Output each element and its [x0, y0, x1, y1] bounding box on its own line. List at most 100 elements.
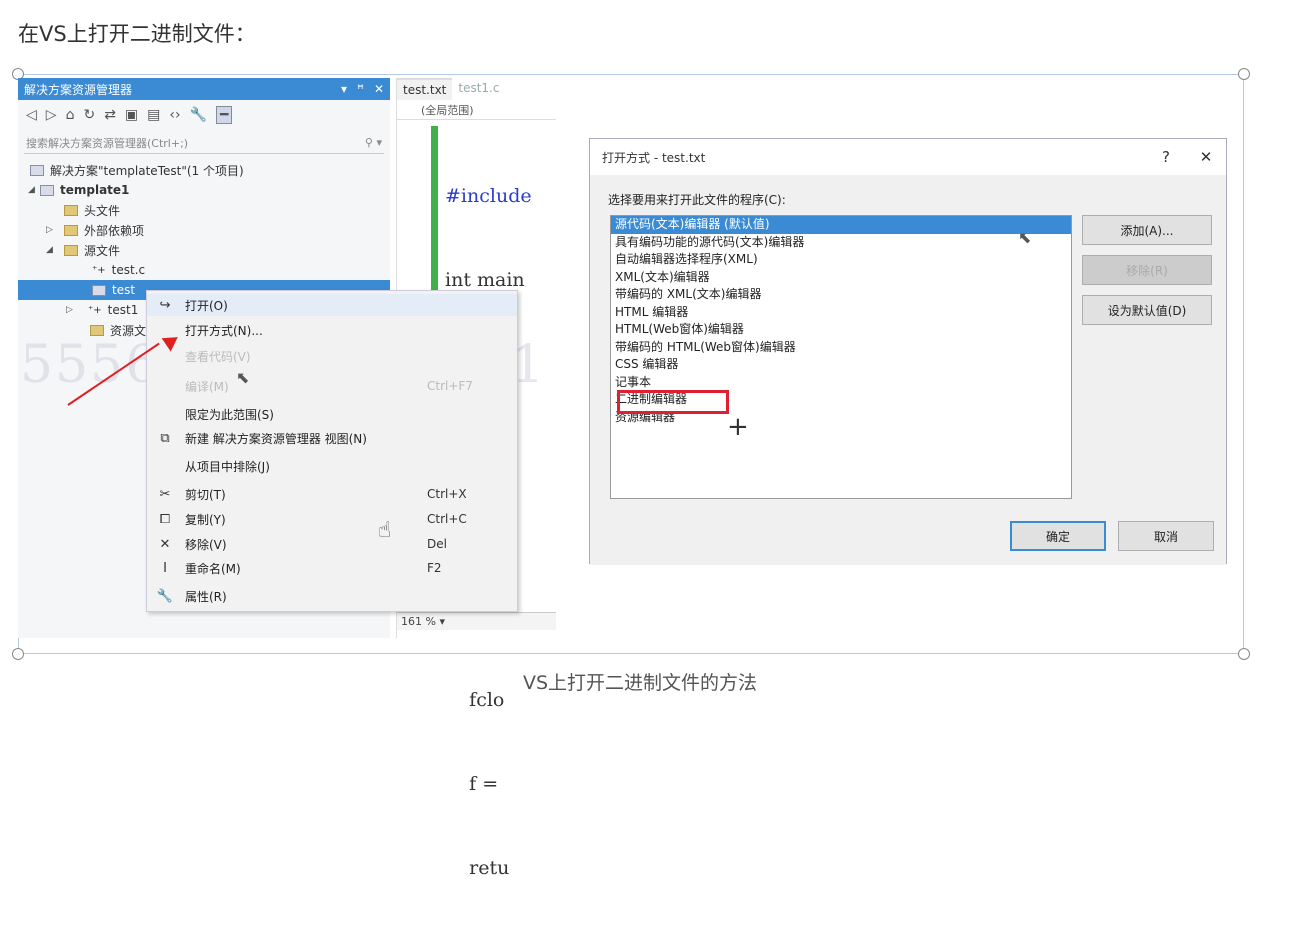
scissors-icon: ✂ [159, 486, 171, 502]
context-menu: ↪ 打开(O) 打开方式(N)... 查看代码(V) 编译(M) Ctrl+F7… [146, 290, 518, 612]
tree-item-label: template1 [60, 183, 130, 197]
list-item[interactable]: 记事本 [611, 374, 1071, 392]
solution-explorer-toolbar: ◁ ▷ ⌂ ↻ ⇄ ▣ ▤ ‹› 🔧 ━ [18, 100, 390, 130]
forward-icon[interactable]: ▷ [46, 107, 57, 123]
sync-icon[interactable]: ↻ [83, 107, 95, 123]
show-all-files-icon[interactable]: ▤ [147, 107, 160, 123]
menu-item-scope-to-this[interactable]: 限定为此范围(S) [147, 403, 517, 425]
code-line: f = [445, 773, 499, 795]
code-view-icon[interactable]: ‹› [169, 107, 180, 123]
home-icon[interactable]: ⌂ [66, 107, 75, 123]
tree-item-label: test1 [107, 303, 139, 317]
menu-item-rename[interactable]: Ⅰ 重命名(M) F2 [147, 557, 517, 579]
menu-item-shortcut: Ctrl+F7 [427, 379, 473, 393]
add-button[interactable]: 添加(A)... [1082, 215, 1212, 245]
list-item[interactable]: 具有编码功能的源代码(文本)编辑器 [611, 234, 1071, 252]
solution-explorer-search[interactable]: 搜索解决方案资源管理器(Ctrl+;) ⚲ ▾ [24, 132, 384, 154]
menu-item-view-code[interactable]: 查看代码(V) [147, 345, 517, 367]
mouse-pointer-icon: ⬉ [236, 368, 250, 387]
preview-toggle-icon[interactable]: ━ [216, 106, 233, 124]
search-input[interactable]: 搜索解决方案资源管理器(Ctrl+;) [26, 135, 188, 151]
menu-item-label: 打开方式(N)... [185, 323, 263, 338]
tree-item-header-files[interactable]: 头文件 [18, 200, 390, 220]
menu-item-compile[interactable]: 编译(M) Ctrl+F7 [147, 375, 517, 397]
menu-item-copy[interactable]: ⧠ 复制(Y) Ctrl+C [147, 508, 517, 530]
copy-icon: ⧠ [159, 511, 171, 527]
list-item[interactable]: 带编码的 XML(文本)编辑器 [611, 286, 1071, 304]
list-item[interactable]: HTML 编辑器 [611, 304, 1071, 322]
dropdown-icon[interactable]: ▾ [341, 82, 347, 96]
list-item[interactable]: 自动编辑器选择程序(XML) [611, 251, 1071, 269]
scope-dropdown[interactable]: (全局范围) [397, 100, 556, 120]
resize-handle-top-right[interactable] [1238, 68, 1250, 80]
zoom-level[interactable]: 161 % ▾ [397, 612, 556, 630]
page-heading: 在VS上打开二进制文件： [18, 22, 256, 46]
refresh-icon[interactable]: ⇄ [104, 107, 116, 123]
code-line: retu [445, 857, 510, 879]
rename-icon: Ⅰ [163, 560, 167, 576]
close-icon[interactable]: ✕ [1186, 148, 1226, 166]
cancel-button[interactable]: 取消 [1118, 521, 1214, 551]
tree-item-solution[interactable]: 解决方案"templateTest"(1 个项目) [18, 160, 390, 180]
list-item[interactable]: HTML(Web窗体)编辑器 [611, 321, 1071, 339]
set-default-button[interactable]: 设为默认值(D) [1082, 295, 1212, 325]
menu-item-cut[interactable]: ✂ 剪切(T) Ctrl+X [147, 483, 517, 505]
expand-arrow-icon[interactable]: ◢ [46, 245, 58, 255]
project-icon [40, 184, 54, 196]
menu-item-label: 重命名(M) [185, 561, 241, 576]
help-icon[interactable]: ? [1146, 148, 1186, 166]
folder-icon [64, 204, 78, 216]
tab-test1-c[interactable]: test1.c [452, 78, 505, 100]
wrench-icon: 🔧 [156, 588, 174, 604]
list-item[interactable]: 源代码(文本)编辑器 (默认值) [611, 216, 1071, 234]
highlight-box [617, 390, 729, 414]
resize-handle-bottom-right[interactable] [1238, 648, 1250, 660]
tree-item-label: 解决方案"templateTest"(1 个项目) [50, 163, 244, 178]
pin-icon[interactable]: ꟸ [357, 82, 364, 96]
menu-item-shortcut: Ctrl+X [427, 487, 467, 501]
collapse-arrow-icon[interactable]: ▷ [66, 305, 78, 315]
ok-button[interactable]: 确定 [1010, 521, 1106, 551]
tab-test-txt[interactable]: test.txt [397, 78, 453, 100]
tree-item-project[interactable]: ◢ template1 [18, 180, 390, 200]
solution-explorer-titlebar: 解决方案资源管理器 ▾ ꟸ ✕ [18, 78, 390, 100]
menu-item-properties[interactable]: 🔧 属性(R) [147, 585, 517, 607]
close-icon[interactable]: ✕ [374, 82, 384, 96]
remove-button[interactable]: 移除(R) [1082, 255, 1212, 285]
menu-item-label: 打开(O) [185, 298, 228, 313]
tree-item-external-deps[interactable]: ▷ 外部依赖项 [18, 220, 390, 240]
tree-item-source-files[interactable]: ◢ 源文件 [18, 240, 390, 260]
editor-tabs: test.txt test1.c [397, 78, 556, 100]
tree-item-label: 头文件 [84, 203, 121, 218]
solution-explorer-title: 解决方案资源管理器 [24, 82, 133, 97]
menu-item-remove[interactable]: ✕ 移除(V) Del [147, 533, 517, 555]
search-icon[interactable]: ⚲ ▾ [365, 136, 382, 149]
delete-icon: ✕ [159, 536, 171, 552]
back-icon[interactable]: ◁ [26, 107, 37, 123]
image-caption: VS上打开二进制文件的方法 [522, 672, 758, 694]
folder-icon [64, 244, 78, 256]
menu-item-shortcut: F2 [427, 561, 442, 575]
mouse-pointer-icon: ⬉ [1018, 228, 1032, 247]
properties-wrench-icon[interactable]: 🔧 [190, 107, 207, 123]
list-item[interactable]: XML(文本)编辑器 [611, 269, 1071, 287]
open-with-dialog: 打开方式 - test.txt ? ✕ 选择要用来打开此文件的程序(C): 源代… [589, 138, 1227, 565]
new-view-icon: ⧉ [160, 430, 170, 446]
collapse-all-icon[interactable]: ▣ [125, 107, 138, 123]
menu-item-open[interactable]: ↪ 打开(O) [147, 294, 517, 316]
code-line: #include [445, 185, 532, 207]
tree-item-test-c[interactable]: ⁺+ test.c [18, 260, 390, 280]
menu-item-new-view[interactable]: ⧉ 新建 解决方案资源管理器 视图(N) [147, 427, 517, 449]
list-item[interactable]: 带编码的 HTML(Web窗体)编辑器 [611, 339, 1071, 357]
expand-arrow-icon[interactable]: ◢ [28, 185, 40, 195]
solution-icon [30, 164, 44, 176]
cpp-file-icon: ⁺+ [88, 304, 102, 316]
cpp-file-icon: ⁺+ [92, 264, 106, 276]
dialog-titlebar: 打开方式 - test.txt ? ✕ [590, 139, 1226, 175]
list-item[interactable]: CSS 编辑器 [611, 356, 1071, 374]
collapse-arrow-icon[interactable]: ▷ [46, 225, 58, 235]
menu-item-exclude[interactable]: 从项目中排除(J) [147, 455, 517, 477]
menu-item-open-with[interactable]: 打开方式(N)... [147, 319, 517, 341]
program-listbox[interactable]: 源代码(文本)编辑器 (默认值) 具有编码功能的源代码(文本)编辑器 自动编辑器… [610, 215, 1072, 499]
resize-handle-bottom-left[interactable] [12, 648, 24, 660]
